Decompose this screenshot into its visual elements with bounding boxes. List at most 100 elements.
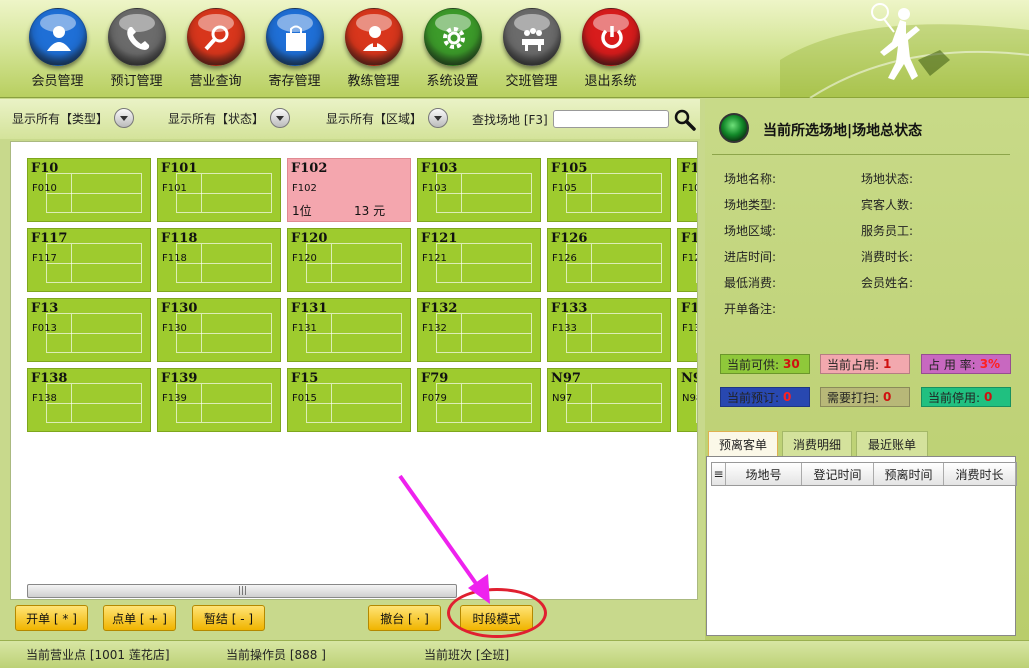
court-lines	[306, 313, 402, 353]
court-tile[interactable]: F118 F118	[157, 228, 281, 292]
court-tile[interactable]: F102 F102 1位 13 元	[287, 158, 411, 222]
court-tile[interactable]: F127 F127	[677, 228, 698, 292]
horizontal-scrollbar[interactable]: |||	[27, 584, 457, 598]
court-tile[interactable]: F13 F013	[27, 298, 151, 362]
court-name: F117	[31, 231, 68, 246]
court-name: F101	[161, 161, 198, 176]
status-filter[interactable]: 显示所有【状态】	[168, 108, 291, 128]
court-tile[interactable]: F105 F105	[547, 158, 671, 222]
chevron-down-icon[interactable]	[114, 108, 135, 128]
toolbar-button-3[interactable]: 营业查询	[176, 8, 255, 92]
status-filter-label: 显示所有【状态】	[168, 111, 265, 126]
toolbar-button-2[interactable]: 预订管理	[97, 8, 176, 92]
toolbar-button-7[interactable]: 交班管理	[492, 8, 571, 92]
stat-value: 1	[883, 357, 892, 371]
court-tile[interactable]: F139 F139	[157, 368, 281, 432]
court-tile[interactable]: F126 F126	[547, 228, 671, 292]
court-lines	[566, 383, 662, 423]
court-code: F013	[32, 323, 57, 334]
toolbar-button-5[interactable]: 教练管理	[334, 8, 413, 92]
court-code: F118	[162, 253, 187, 264]
detail-tab[interactable]: 预离客单	[708, 431, 778, 457]
court-lines	[176, 313, 272, 353]
scrollbar-grip[interactable]: |||	[238, 586, 247, 596]
toolbar-button-6[interactable]: 系统设置	[413, 8, 492, 92]
toolbar-button-label: 退出系统	[584, 74, 637, 89]
court-name: F127	[681, 231, 698, 246]
court-tile[interactable]: F131 F131	[287, 298, 411, 362]
toolbar-button-4[interactable]: 寄存管理	[255, 8, 334, 92]
list-select-icon[interactable]: ≡	[712, 463, 726, 485]
list-column-header[interactable]: 预离时间	[874, 463, 944, 485]
detail-field-label: 最低消费:	[724, 276, 777, 290]
search-icon[interactable]	[674, 109, 696, 131]
open-order-button[interactable]: 开单 [ * ]	[15, 605, 88, 631]
court-tile[interactable]: N97 N97	[547, 368, 671, 432]
court-code: F127	[682, 253, 697, 264]
court-tile[interactable]: F79 F079	[417, 368, 541, 432]
toolbar-button-8[interactable]: 退出系统	[571, 8, 650, 92]
list-column-header[interactable]: 场地号	[726, 463, 802, 485]
court-code: F015	[292, 393, 317, 404]
court-tile[interactable]: F132 F132	[417, 298, 541, 362]
court-tile[interactable]: F103 F103	[417, 158, 541, 222]
stat-badge: 当前占用: 1	[820, 354, 910, 374]
court-tile[interactable]: F15 F015	[287, 368, 411, 432]
detail-field-label: 场地状态:	[861, 172, 914, 186]
cancel-table-button[interactable]: 撤台 [ · ]	[368, 605, 441, 631]
stat-value: 0	[984, 390, 993, 404]
court-name: F133	[551, 301, 588, 316]
court-grid: ||| F10 F010 F101 F101 F102 F102 1位 13 元 F103 F10…	[10, 141, 698, 600]
court-name: F15	[291, 371, 319, 386]
court-tile[interactable]: F138 F138	[27, 368, 151, 432]
status-led-icon	[719, 113, 749, 143]
stat-label: 当前预订:	[727, 390, 780, 405]
court-name: F118	[161, 231, 198, 246]
stat-label: 需要打扫:	[827, 390, 880, 405]
court-tile[interactable]: F120 F120	[287, 228, 411, 292]
court-code: F101	[162, 183, 187, 194]
court-lines	[566, 173, 662, 213]
court-code: F126	[552, 253, 577, 264]
top-banner: 会员管理 预订管理 营业查询 寄存管理 教练管理 系统设置 交班管理 退出系统	[0, 0, 1029, 98]
type-filter[interactable]: 显示所有【类型】	[12, 108, 135, 128]
toolbar-button-1[interactable]: 会员管理	[18, 8, 97, 92]
court-tile[interactable]: F133 F133	[547, 298, 671, 362]
court-name: F130	[161, 301, 198, 316]
court-lines	[46, 243, 142, 283]
coach-icon	[344, 8, 403, 66]
departure-list[interactable]: ≡ 场地号 登记时间 预离时间 消费时长	[706, 456, 1017, 636]
magnifier-icon	[186, 8, 245, 66]
court-name: F79	[421, 371, 449, 386]
court-tile[interactable]: F106 F106	[677, 158, 698, 222]
court-tile[interactable]: F101 F101	[157, 158, 281, 222]
list-column-header[interactable]: 消费时长	[944, 463, 1016, 485]
detail-tab[interactable]: 消费明细	[782, 431, 852, 457]
list-column-header[interactable]: 登记时间	[802, 463, 874, 485]
chevron-down-icon[interactable]	[428, 108, 449, 128]
add-order-button[interactable]: 点单 [ + ]	[103, 605, 176, 631]
stat-badge: 当前可供: 30	[720, 354, 810, 374]
chevron-down-icon[interactable]	[270, 108, 291, 128]
court-code: F138	[32, 393, 57, 404]
court-tile[interactable]: F130 F130	[157, 298, 281, 362]
court-code: F130	[162, 323, 187, 334]
court-tile[interactable]: F10 F010	[27, 158, 151, 222]
phone-icon	[107, 8, 166, 66]
search-input[interactable]	[553, 110, 669, 128]
court-name: F131	[291, 301, 328, 316]
operator-status: 当前操作员 [888 ]	[226, 648, 326, 662]
detail-tab[interactable]: 最近账单	[856, 431, 928, 457]
court-code: F010	[32, 183, 57, 194]
court-code: F133	[552, 323, 577, 334]
detail-field-label: 宾客人数:	[861, 198, 914, 212]
court-name: F106	[681, 161, 698, 176]
court-name: F13	[31, 301, 59, 316]
banner-decoration	[780, 3, 1029, 98]
pause-checkout-button[interactable]: 暂结 [ - ]	[192, 605, 265, 631]
area-filter[interactable]: 显示所有【区域】	[326, 108, 449, 128]
court-tile[interactable]: F121 F121	[417, 228, 541, 292]
court-tile[interactable]: F134 F134	[677, 298, 697, 362]
court-tile[interactable]: F117 F117	[27, 228, 151, 292]
court-tile[interactable]: N98 N98	[677, 368, 697, 432]
